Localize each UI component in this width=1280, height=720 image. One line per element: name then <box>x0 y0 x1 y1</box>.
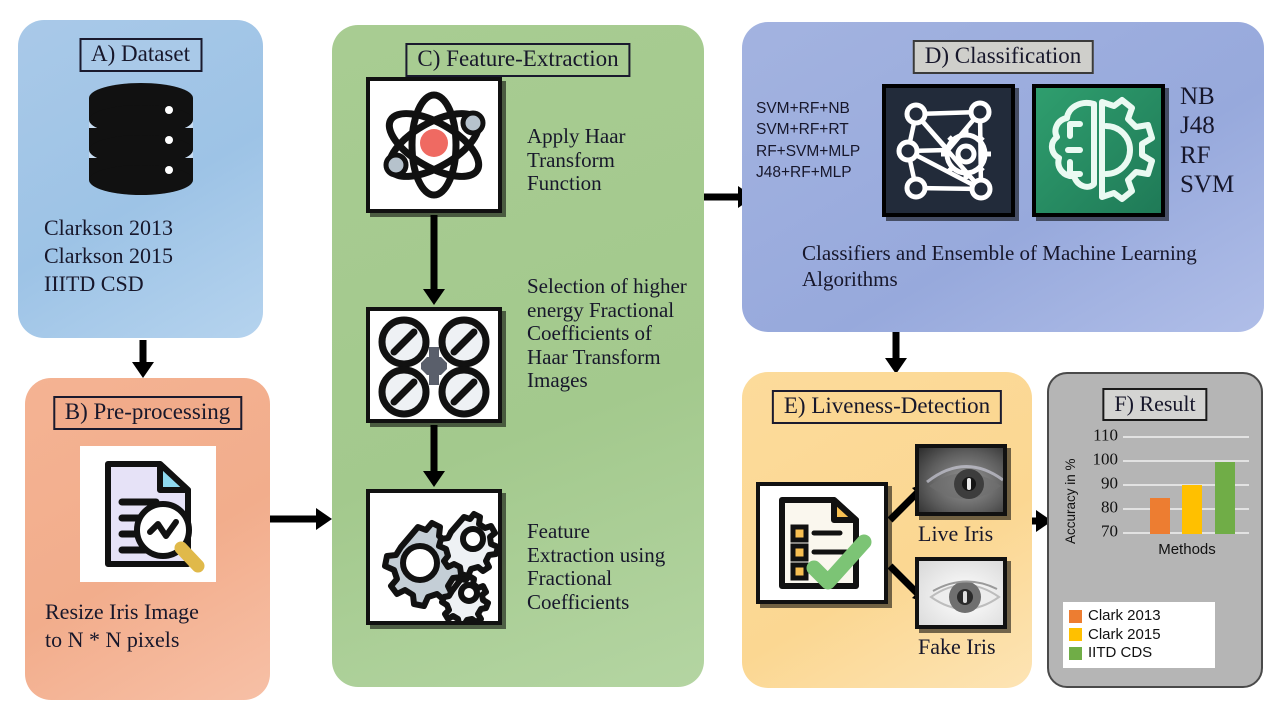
document-magnifier-icon <box>79 446 216 582</box>
chart-legend-label: Clark 2015 <box>1088 625 1161 643</box>
panel-feature-extraction[interactable]: C) Feature-Extraction Apply Haar Transfo… <box>332 25 704 687</box>
panel-liveness-detection-header: E) Liveness-Detection <box>771 390 1003 425</box>
fake-iris-image <box>915 557 1007 629</box>
checklist-icon <box>756 482 888 604</box>
panel-liveness-detection[interactable]: E) Liveness-Detection Live Iris Fake Iri… <box>742 372 1032 688</box>
arrow-preprocessing-to-feature-extraction <box>270 508 332 530</box>
panel-classification-header: D) Classification <box>912 40 1094 75</box>
accuracy-bar-chart: Accuracy in % 70 80 90 100 110 Methods <box>1063 426 1251 562</box>
chart-legend-label: IITD CDS <box>1088 644 1153 662</box>
chart-legend: Clark 2013 Clark 2015 IITD CDS <box>1063 601 1215 668</box>
ensemble-item-3: J48+RF+MLP <box>756 164 852 182</box>
panel-dataset-header: A) Dataset <box>79 38 202 73</box>
chart-legend-item: Clark 2015 <box>1069 626 1209 645</box>
panel-feature-extraction-header: C) Feature-Extraction <box>405 43 631 78</box>
classifier-item-2: RF <box>1180 141 1211 169</box>
dataset-item-0: Clarkson 2013 <box>44 215 173 240</box>
chart-bar <box>1215 462 1236 534</box>
preprocessing-line-1: to N * N pixels <box>45 627 180 653</box>
chart-legend-item: Clark 2013 <box>1069 607 1209 626</box>
chart-legend-swatch <box>1069 628 1082 642</box>
arrow-step1-to-step2 <box>423 425 445 487</box>
chart-legend-item: IITD CDS <box>1069 644 1209 663</box>
ensemble-item-2: RF+SVM+MLP <box>756 142 861 160</box>
panel-result[interactable]: F) Result Accuracy in % 70 80 90 100 110 Met… <box>1047 372 1263 688</box>
atom-icon <box>366 77 502 213</box>
classification-caption: Classifiers and Ensemble of Machine Lear… <box>802 241 1197 292</box>
arrow-step0-to-step1 <box>423 215 445 305</box>
gears-icon <box>366 489 502 628</box>
chart-y-tick: 90 <box>1101 474 1118 494</box>
classifier-list: NB J48 RF SVM <box>1180 82 1234 199</box>
chart-y-axis-label: Accuracy in % <box>1063 458 1078 544</box>
chart-bar <box>1149 498 1170 534</box>
chart-legend-label: Clark 2013 <box>1088 606 1161 624</box>
classifier-item-0: NB <box>1180 83 1215 110</box>
fake-iris-label: Fake Iris <box>918 634 996 659</box>
panel-preprocessing[interactable]: B) Pre-processing Resize Iris Image to N… <box>25 378 270 700</box>
chart-y-tick: 110 <box>1093 426 1118 446</box>
chart-plot-area: 70 80 90 100 110 <box>1093 426 1249 541</box>
brain-gear-icon <box>1032 84 1165 217</box>
feature-extraction-step-0-text: Apply Haar Transform Function <box>527 124 626 196</box>
database-icon <box>82 80 200 202</box>
coefficients-icon <box>366 307 502 423</box>
live-iris-image <box>915 444 1007 516</box>
chart-x-axis-label: Methods <box>1158 541 1216 558</box>
dataset-list: Clarkson 2013 Clarkson 2015 IIITD CSD <box>44 214 244 298</box>
chart-y-tick: 80 <box>1101 498 1118 518</box>
classifier-item-1: J48 <box>1180 112 1215 140</box>
dataset-item-1: Clarkson 2015 <box>44 243 173 269</box>
preprocessing-line-0: Resize Iris Image <box>45 599 199 624</box>
panel-dataset[interactable]: A) Dataset Clarkson 2013 Clarkson 2015 I… <box>18 20 263 338</box>
chart-bars <box>1143 438 1241 534</box>
ensemble-item-0: SVM+RF+NB <box>756 100 850 117</box>
feature-extraction-step-1-text: Selection of higher energy Fractional Co… <box>527 274 687 393</box>
feature-extraction-step-2-text: Feature Extraction using Fractional Coef… <box>527 519 666 614</box>
ensemble-list: SVM+RF+NB SVM+RF+RT RF+SVM+MLP J48+RF+ML… <box>756 98 860 184</box>
chart-legend-swatch <box>1069 647 1082 661</box>
neural-network-icon <box>882 84 1015 217</box>
chart-legend-swatch <box>1069 609 1082 623</box>
panel-preprocessing-header: B) Pre-processing <box>52 396 243 431</box>
preprocessing-description: Resize Iris Image to N * N pixels <box>45 598 260 654</box>
classifier-item-3: SVM <box>1180 170 1235 198</box>
panel-result-header: F) Result <box>1102 388 1208 422</box>
ensemble-item-1: SVM+RF+RT <box>756 121 849 139</box>
panel-classification[interactable]: D) Classification SVM+RF+NB SVM+RF+RT RF… <box>742 22 1264 332</box>
arrow-classification-to-liveness-detection <box>885 332 907 374</box>
dataset-item-2: IIITD CSD <box>44 271 144 297</box>
arrow-dataset-to-preprocessing <box>132 340 154 378</box>
chart-y-tick: 100 <box>1092 450 1119 470</box>
live-iris-label: Live Iris <box>918 521 994 546</box>
chart-y-tick: 70 <box>1101 522 1118 542</box>
chart-bar <box>1182 484 1203 534</box>
